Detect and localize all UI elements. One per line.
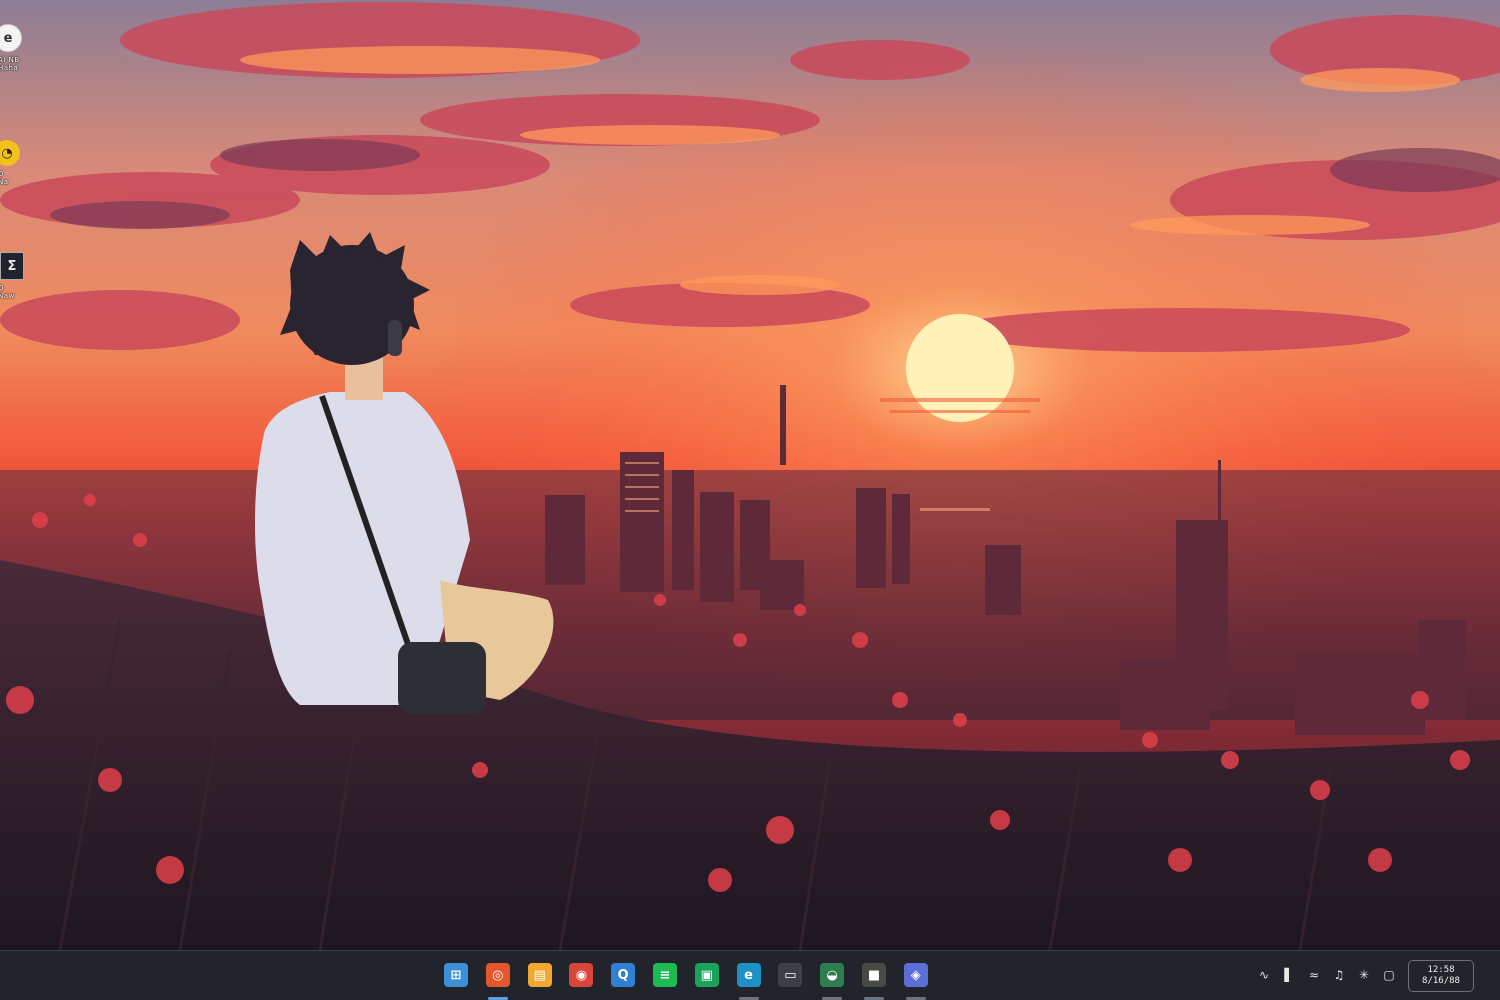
bluetooth-icon[interactable]: ✳ [1356,967,1372,983]
spotify-icon: ≡ [659,967,671,983]
desktop-shortcut-3-label: O Naw [0,284,15,300]
desktop-shortcut-3[interactable]: Σ O Naw [0,252,30,300]
chrome-icon: ◉ [575,967,588,983]
taskbar-app-start[interactable]: ⊞ [444,963,468,987]
desktop-shortcut-2[interactable]: ◔ D Na [0,140,30,186]
terminal-icon: ▭ [784,967,797,983]
qbittorrent-icon: Q [617,967,629,983]
taskbar-app-list: ⊞ ◎ ▤ ◉ Q ≡ ▣ e ▭ ◒ ■ ◈ [444,963,928,1000]
media-icon: ■ [867,967,881,983]
desktop-shortcut-1-label: AI NB Haha [0,56,20,72]
notes-icon: ◒ [826,967,838,983]
taskbar-app-spotify[interactable]: ≡ [652,963,677,987]
clock-date: 8/16/88 [1422,976,1460,986]
taskbar-app-qbittorrent[interactable]: Q [611,963,636,987]
taskbar-app-edge[interactable]: e [736,963,761,1000]
system-tray: ∿ ▌ ≈ ♫ ✳ ▢ [1256,967,1397,983]
taskbar-app-chrome[interactable]: ◉ [569,963,594,987]
taskbar-app-chat[interactable]: ▣ [694,963,719,987]
assistant-icon: ◈ [910,967,921,983]
taskbar-app-assistant[interactable]: ◈ [903,963,928,1000]
wifi-icon[interactable]: ∿ [1256,967,1272,983]
start-icon: ⊞ [450,967,462,983]
app-shortcut-1-icon: e [0,24,22,52]
taskbar-app-terminal[interactable]: ▭ [778,963,803,987]
taskbar-app-media[interactable]: ■ [861,963,886,1000]
desktop-shortcut-2-label: D Na [0,170,9,186]
clock[interactable]: 12:58 8/16/88 [1408,960,1474,992]
browser-icon: ◎ [492,967,504,983]
clock-time: 12:58 [1427,965,1455,975]
battery-icon[interactable]: ▌ [1281,967,1297,983]
edge-icon: e [744,967,753,983]
chat-icon: ▣ [700,967,713,983]
notification-icon[interactable]: ▢ [1381,967,1397,983]
taskbar-app-notes[interactable]: ◒ [820,963,845,1000]
taskbar-app-browser[interactable]: ◎ [485,963,510,1000]
file-explorer-icon: ▤ [533,967,546,983]
taskbar-app-file-explorer[interactable]: ▤ [527,963,552,987]
taskbar: ⊞ ◎ ▤ ◉ Q ≡ ▣ e ▭ ◒ ■ ◈ ∿ ▌ ≈ ♫ ✳ ▢ 12:58 8/16/88 [0,950,1500,1000]
app-shortcut-3-icon: Σ [0,252,24,280]
network-icon[interactable]: ≈ [1306,967,1322,983]
app-shortcut-2-icon: ◔ [0,140,20,166]
volume-icon[interactable]: ♫ [1331,967,1347,983]
desktop-wallpaper [0,0,1500,950]
desktop-shortcut-1[interactable]: e AI NB Haha [0,24,30,72]
